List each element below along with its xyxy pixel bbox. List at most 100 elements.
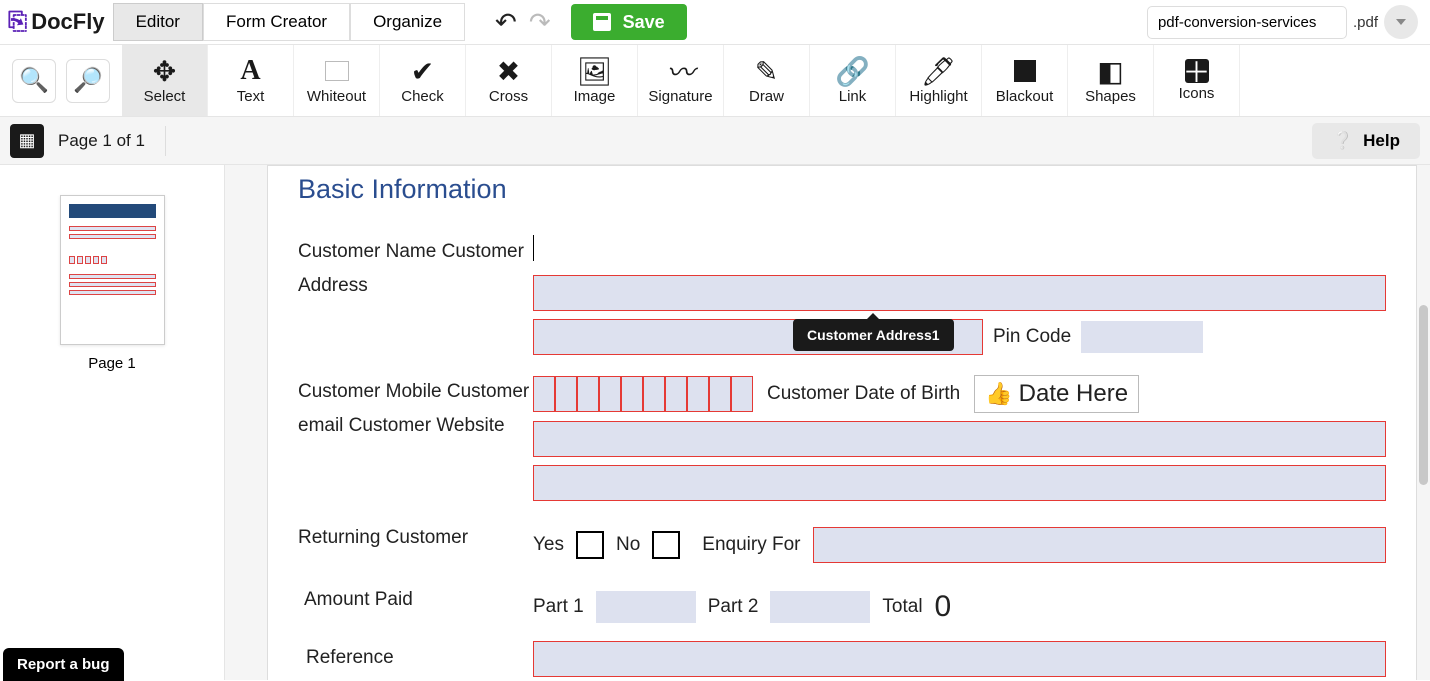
scrollbar[interactable] [1419,305,1428,485]
part1-label: Part 1 [533,596,584,618]
report-bug-button[interactable]: Report a bug [3,648,124,681]
save-icon [593,13,611,31]
amount-paid-label: Amount Paid [298,583,533,617]
signature-icon: 〰 [666,56,694,86]
logo-icon: ⎘ [8,8,27,36]
form-creator-mode-button[interactable]: Form Creator [203,3,350,41]
text-icon: A [240,56,260,86]
zoom-in-button[interactable]: 🔎 [66,59,110,103]
more-button[interactable] [1384,5,1418,39]
highlight-icon: 🖊 [921,56,957,86]
tool-blackout[interactable]: Blackout [982,45,1068,116]
customer-email-field[interactable] [533,421,1386,457]
tool-check-label: Check [401,88,444,105]
thumbnail-grid-button[interactable]: ▦ [10,124,44,158]
pincode-field[interactable] [1081,321,1203,353]
tool-icons[interactable]: ＋ Icons [1154,45,1240,116]
shapes-icon: ◧ [1097,56,1123,86]
whiteout-icon [325,56,349,86]
tool-check[interactable]: ✔ Check [380,45,466,116]
thumbs-up-icon: 👍 [985,381,1012,407]
customer-name-address-label: Customer Name Customer Address [298,235,533,341]
tool-blackout-label: Blackout [996,88,1054,105]
text-cursor [533,235,534,261]
help-button[interactable]: ❔ Help [1312,123,1420,159]
filename-input[interactable] [1147,6,1347,39]
no-label: No [616,534,640,556]
tool-whiteout[interactable]: Whiteout [294,45,380,116]
image-icon: 🖼 [577,56,613,86]
help-label: Help [1363,131,1400,151]
tool-whiteout-label: Whiteout [307,88,366,105]
tool-select-label: Select [144,88,186,105]
brand-text: DocFly [31,9,104,35]
total-label: Total [882,596,922,618]
tool-image[interactable]: 🖼 Image [552,45,638,116]
pdf-page[interactable]: Basic Information Customer Name Customer… [267,165,1417,680]
save-button[interactable]: Save [571,4,687,40]
reference-label: Reference [298,641,533,675]
page-info: Page 1 of 1 [58,131,145,151]
tool-link[interactable]: 🔗 Link [810,45,896,116]
file-extension: .pdf [1353,14,1378,31]
tool-select[interactable]: ✥ Select [122,45,208,116]
help-icon: ❔ [1332,131,1353,151]
tool-draw-label: Draw [749,88,784,105]
save-label: Save [623,12,665,33]
part2-field[interactable] [770,591,870,623]
redo-button[interactable]: ↷ [529,7,551,38]
date-field[interactable]: 👍 Date Here [974,375,1139,413]
zoom-out-button[interactable]: 🔍 [12,59,56,103]
enquiry-field[interactable] [813,527,1387,563]
yes-label: Yes [533,534,564,556]
tool-text[interactable]: A Text [208,45,294,116]
tool-cross-label: Cross [489,88,528,105]
returning-customer-label: Returning Customer [298,521,533,555]
separator [165,126,166,156]
tool-highlight[interactable]: 🖊 Highlight [896,45,982,116]
cross-icon: ✖ [497,56,520,86]
dob-label: Customer Date of Birth [767,383,960,405]
tool-signature[interactable]: 〰 Signature [638,45,724,116]
tool-cross[interactable]: ✖ Cross [466,45,552,116]
customer-website-field[interactable] [533,465,1386,501]
logo: ⎘ DocFly [8,8,105,36]
tool-highlight-label: Highlight [909,88,967,105]
tool-shapes[interactable]: ◧ Shapes [1068,45,1154,116]
reference-field[interactable] [533,641,1386,677]
total-value: 0 [935,590,952,624]
move-icon: ✥ [153,56,176,86]
organize-mode-button[interactable]: Organize [350,3,465,41]
thumbnail-label: Page 1 [88,355,136,372]
date-placeholder: Date Here [1019,380,1128,408]
pincode-label: Pin Code [993,326,1071,348]
link-icon: 🔗 [835,56,870,86]
customer-address-field-1[interactable] [533,275,1386,311]
mobile-email-website-label: Customer Mobile Customer email Customer … [298,375,533,487]
tool-icons-label: Icons [1179,85,1215,102]
tool-shapes-label: Shapes [1085,88,1136,105]
part2-label: Part 2 [708,596,759,618]
tool-signature-label: Signature [648,88,712,105]
chevron-down-icon [1396,19,1406,25]
enquiry-label: Enquiry For [702,534,800,556]
field-tooltip: Customer Address1 [793,319,954,351]
editor-mode-button[interactable]: Editor [113,3,203,41]
tool-draw[interactable]: ✎ Draw [724,45,810,116]
no-checkbox[interactable] [652,531,680,559]
customer-mobile-field[interactable] [533,376,753,412]
thumbnail-panel: Page 1 [0,165,225,680]
undo-button[interactable]: ↶ [495,7,517,38]
page-thumbnail[interactable] [60,195,165,345]
tool-text-label: Text [237,88,265,105]
part1-field[interactable] [596,591,696,623]
tool-link-label: Link [839,88,867,105]
section-title: Basic Information [298,174,1386,205]
plus-icon: ＋ [1185,59,1209,83]
canvas[interactable]: Basic Information Customer Name Customer… [225,165,1430,680]
tool-image-label: Image [574,88,616,105]
check-icon: ✔ [411,56,434,86]
draw-icon: ✎ [755,56,778,86]
blackout-icon [1014,56,1036,86]
yes-checkbox[interactable] [576,531,604,559]
